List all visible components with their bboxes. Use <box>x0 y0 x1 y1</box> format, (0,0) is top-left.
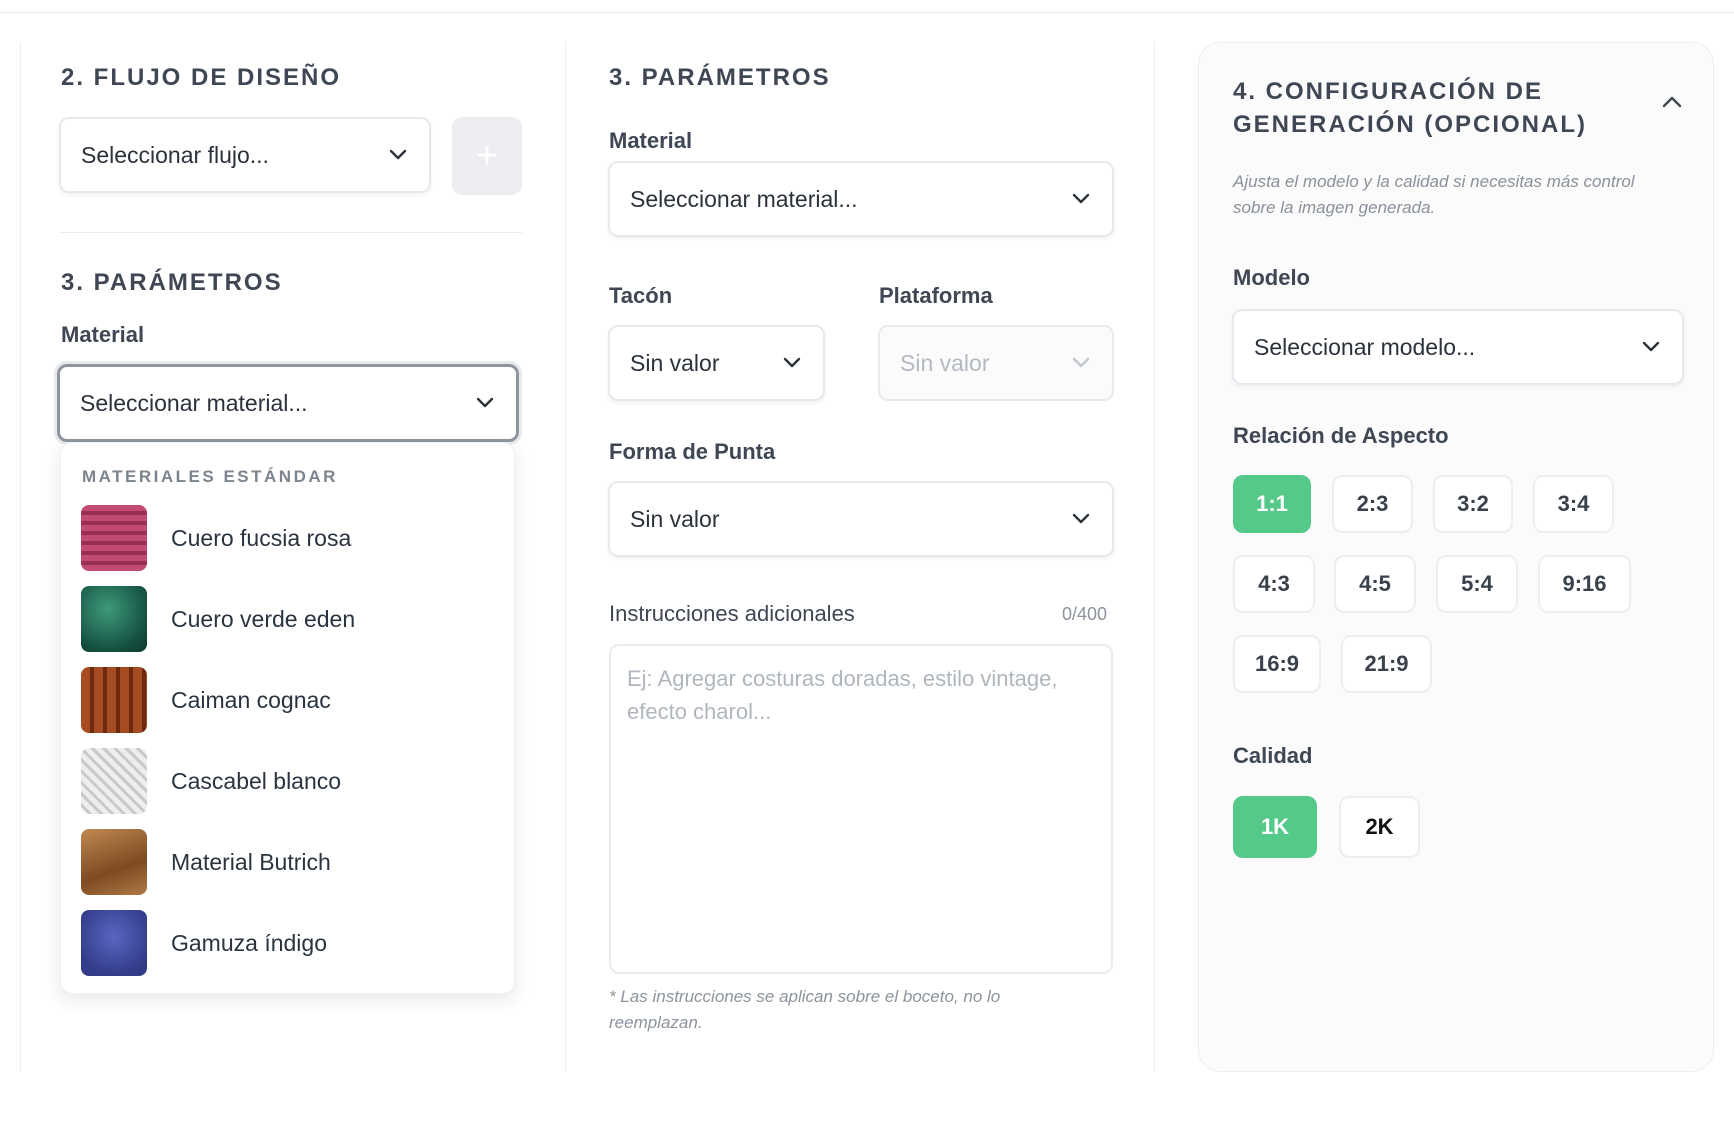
aspect-option-21-9[interactable]: 21:9 <box>1341 635 1432 693</box>
column-divider-3 <box>1154 42 1155 1072</box>
material-select-value: Seleccionar material... <box>630 185 858 212</box>
generation-config-panel: 4. CONFIGURACIÓN DE GENERACIÓN (OPCIONAL… <box>1198 42 1714 1072</box>
quality-option-2k[interactable]: 2K <box>1339 796 1420 858</box>
material-dropdown: MATERIALES ESTÁNDAR Cuero fucsia rosa Cu… <box>60 442 515 994</box>
config-description: Ajusta el modelo y la calidad si necesit… <box>1233 172 1635 217</box>
material-select[interactable]: Seleccionar material... <box>608 161 1114 237</box>
material-option-label: Cascabel blanco <box>171 767 342 794</box>
toe-shape-label: Forma de Punta <box>609 439 776 464</box>
model-select-value: Seleccionar modelo... <box>1254 333 1476 360</box>
platform-select[interactable]: Sin valor <box>878 325 1114 401</box>
material-option-label: Cuero verde eden <box>171 605 356 632</box>
instructions-label: Instrucciones adicionales <box>609 601 855 626</box>
aspect-option-2-3[interactable]: 2:3 <box>1332 475 1413 533</box>
material-option[interactable]: Cuero fucsia rosa <box>81 505 491 571</box>
toe-shape-select-value: Sin valor <box>630 505 720 532</box>
instructions-note: * Las instrucciones se aplican sobre el … <box>609 987 1001 1032</box>
material-option[interactable]: Cascabel blanco <box>81 748 491 814</box>
aspect-option-3-4[interactable]: 3:4 <box>1533 475 1614 533</box>
section-divider <box>60 232 522 233</box>
toe-shape-select[interactable]: Sin valor <box>608 481 1114 557</box>
material-swatch <box>81 910 147 976</box>
add-flow-button[interactable]: + <box>452 117 522 195</box>
model-label: Modelo <box>1233 265 1310 290</box>
material-select-left-value: Seleccionar material... <box>80 389 308 416</box>
material-swatch <box>81 505 147 571</box>
model-select[interactable]: Seleccionar modelo... <box>1232 309 1684 385</box>
column-divider-1 <box>20 42 21 1072</box>
chevron-down-icon <box>387 144 409 166</box>
flow-select[interactable]: Seleccionar flujo... <box>59 117 431 193</box>
chevron-down-icon <box>1640 336 1662 358</box>
dropdown-group-title: MATERIALES ESTÁNDAR <box>82 467 338 486</box>
material-option-label: Caiman cognac <box>171 686 331 713</box>
config-section-title: 4. CONFIGURACIÓN DE GENERACIÓN (OPCIONAL… <box>1233 78 1587 138</box>
top-border <box>0 12 1734 13</box>
material-option-label: Gamuza índigo <box>171 929 327 956</box>
quality-label: Calidad <box>1233 743 1313 768</box>
aspect-option-5-4[interactable]: 5:4 <box>1436 555 1518 613</box>
platform-label: Plataforma <box>879 283 993 308</box>
material-label: Material <box>609 128 693 153</box>
material-swatch <box>81 667 147 733</box>
instructions-textarea[interactable]: Ej: Agregar costuras doradas, estilo vin… <box>609 644 1113 974</box>
material-option-label: Cuero fucsia rosa <box>171 524 352 551</box>
params-mid-section-title: 3. PARÁMETROS <box>609 64 831 91</box>
material-option[interactable]: Caiman cognac <box>81 667 491 733</box>
column-divider-2 <box>565 42 566 1072</box>
aspect-option-4-5[interactable]: 4:5 <box>1334 555 1416 613</box>
aspect-option-9-16[interactable]: 9:16 <box>1538 555 1631 613</box>
material-option-label: Material Butrich <box>171 848 331 875</box>
material-swatch <box>81 586 147 652</box>
platform-select-value: Sin valor <box>900 349 990 376</box>
flow-select-value: Seleccionar flujo... <box>81 141 269 168</box>
material-label-left: Material <box>61 322 145 347</box>
material-select-left[interactable]: Seleccionar material... <box>57 364 519 442</box>
chevron-up-icon[interactable] <box>1659 89 1685 115</box>
params-left-section-title: 3. PARÁMETROS <box>61 269 283 296</box>
instructions-placeholder: Ej: Agregar costuras doradas, estilo vin… <box>627 666 1058 724</box>
aspect-option-3-2[interactable]: 3:2 <box>1433 475 1513 533</box>
material-option[interactable]: Cuero verde eden <box>81 586 491 652</box>
material-option[interactable]: Material Butrich <box>81 829 491 895</box>
aspect-ratio-label: Relación de Aspecto <box>1233 423 1449 448</box>
plus-icon: + <box>475 134 499 177</box>
aspect-option-1-1[interactable]: 1:1 <box>1233 475 1311 533</box>
chevron-down-icon <box>1070 508 1092 530</box>
material-swatch <box>81 748 147 814</box>
heel-select-value: Sin valor <box>630 349 720 376</box>
chevron-down-icon <box>1070 188 1092 210</box>
chevron-down-icon <box>781 352 803 374</box>
heel-label: Tacón <box>609 283 673 308</box>
chevron-down-icon <box>1070 352 1092 374</box>
instructions-counter: 0/400 <box>1062 604 1108 624</box>
flow-section-title: 2. FLUJO DE DISEÑO <box>61 64 342 91</box>
aspect-option-16-9[interactable]: 16:9 <box>1233 635 1321 693</box>
material-option[interactable]: Gamuza índigo <box>81 910 491 976</box>
heel-select[interactable]: Sin valor <box>608 325 825 401</box>
quality-option-1k[interactable]: 1K <box>1233 796 1317 858</box>
chevron-down-icon <box>474 392 496 414</box>
material-swatch <box>81 829 147 895</box>
aspect-option-4-3[interactable]: 4:3 <box>1233 555 1315 613</box>
